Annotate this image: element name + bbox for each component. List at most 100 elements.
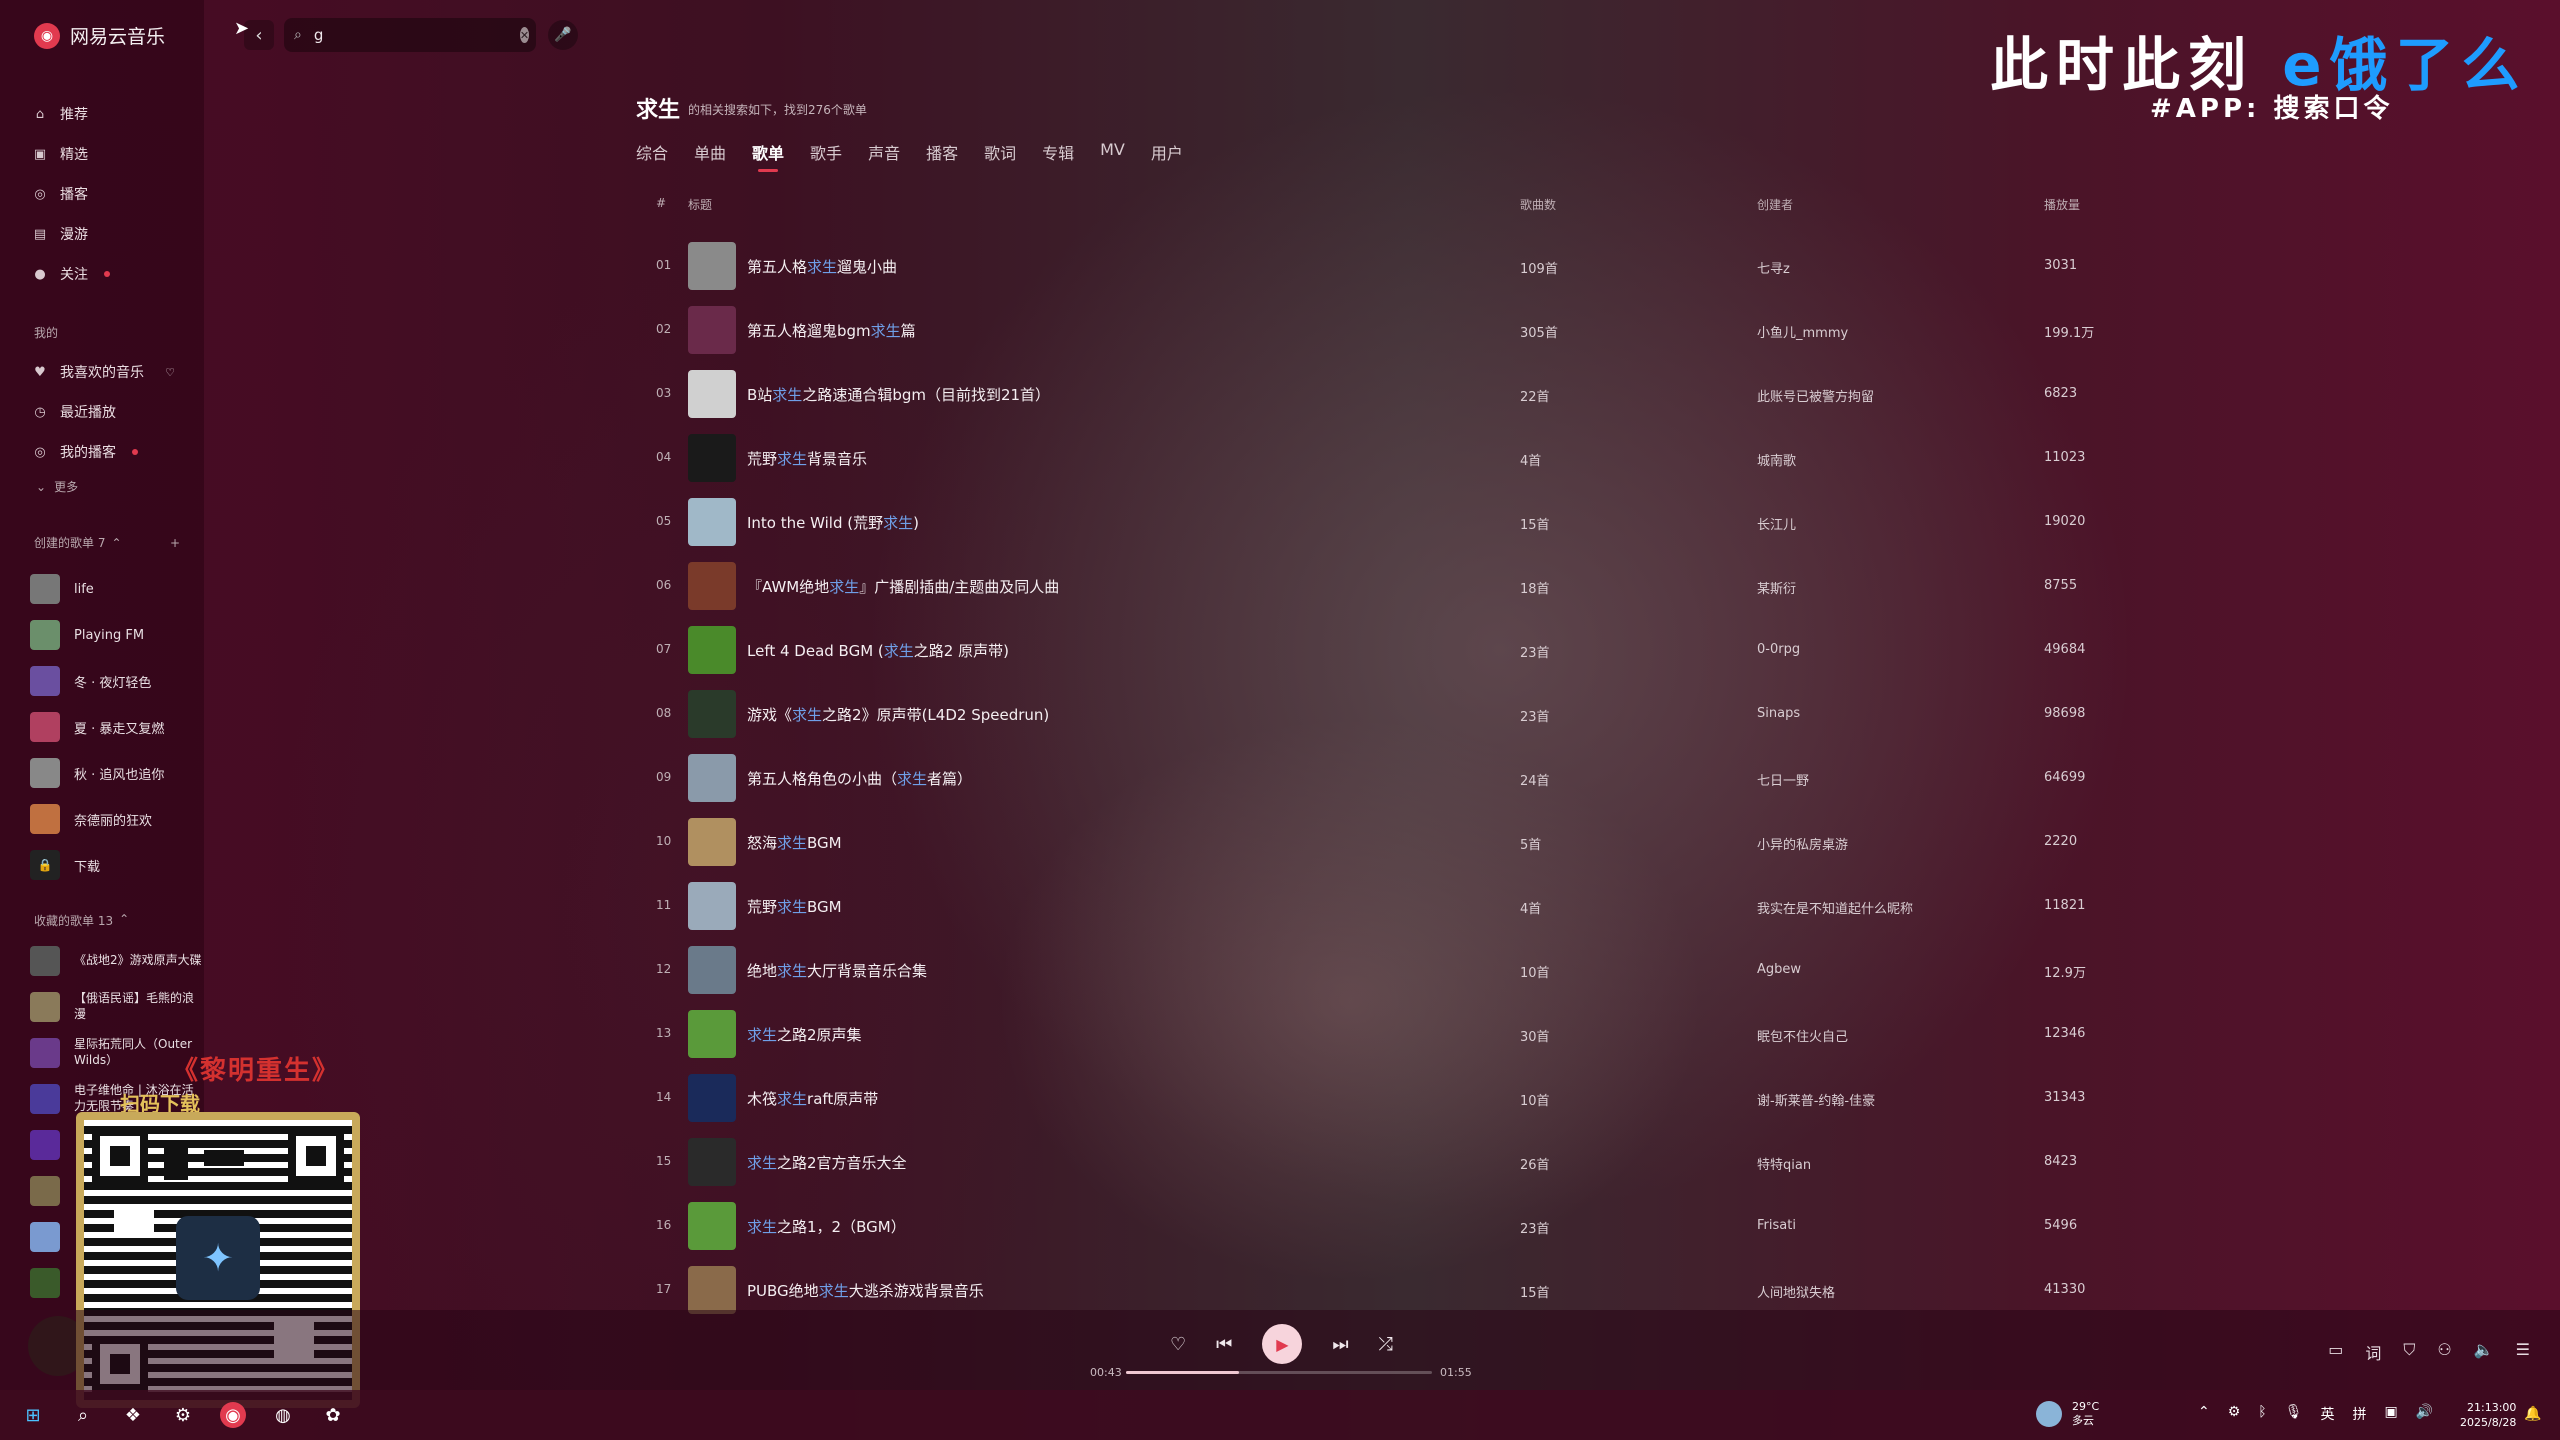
playlist-cover[interactable] (688, 306, 736, 354)
add-playlist-icon[interactable]: + (170, 536, 180, 550)
steam-icon[interactable]: ⚙ (170, 1402, 196, 1428)
tab-podcasts[interactable]: 播客 (926, 140, 958, 172)
app-icon[interactable]: ❖ (120, 1402, 146, 1428)
chrome-icon[interactable]: ◍ (270, 1402, 296, 1428)
table-row[interactable]: 08 游戏《求生之路2》原声带(L4D2 Speedrun) 23首 Sinaps 98… (640, 684, 2100, 748)
tab-sounds[interactable]: 声音 (868, 140, 900, 172)
tab-artists[interactable]: 歌手 (810, 140, 842, 172)
playlist-item[interactable]: Playing FM (30, 612, 164, 658)
table-row[interactable]: 03 B站求生之路速通合辑bgm（目前找到21首） 22首 此账号已被警方拘留 6823 (640, 364, 2100, 428)
nav-item-podcast[interactable]: ◎ 播客 (32, 174, 110, 214)
netease-music-taskbar-icon[interactable]: ◉ (220, 1402, 246, 1428)
playlist-item[interactable]: 秋 · 追风也追你 (30, 750, 164, 796)
playlist-title[interactable]: Left 4 Dead BGM (求生之路2 原声带) (747, 640, 1009, 661)
playlist-title[interactable]: 『AWM绝地求生』广播剧插曲/主题曲及同人曲 (747, 576, 1059, 597)
playlist-cover[interactable] (688, 1202, 736, 1250)
next-icon[interactable]: ⏭ (1332, 1334, 1348, 1355)
progress-bar[interactable] (1126, 1371, 1432, 1374)
network-icon[interactable]: ▣ (2384, 1404, 2397, 1424)
table-row[interactable]: 11 荒野求生BGM 4首 我实在是不知道起什么昵称 11821 (640, 876, 2100, 940)
nav-item-featured[interactable]: ▣ 精选 (32, 134, 110, 174)
nav-item-roam[interactable]: ▤ 漫游 (32, 214, 110, 254)
shuffle-icon[interactable]: ⤮ (1379, 1334, 1393, 1355)
playlist-item[interactable]: 《战地2》游戏原声大碟 (30, 938, 204, 984)
table-row[interactable]: 14 木筏求生raft原声带 10首 谢-斯莱普-约翰-佳豪 31343 (640, 1068, 2100, 1132)
creator-name[interactable]: Frisati (1757, 1218, 1796, 1233)
like-icon[interactable]: ♡ (1170, 1334, 1186, 1355)
playlist-title[interactable]: B站求生之路速通合辑bgm（目前找到21首） (747, 384, 1050, 405)
playlist-cover[interactable] (688, 242, 736, 290)
playlist-title[interactable]: Into the Wild (荒野求生) (747, 512, 919, 533)
playlist-cover[interactable] (688, 818, 736, 866)
playlist-title[interactable]: 怒海求生BGM (747, 832, 842, 853)
tab-albums[interactable]: 专辑 (1042, 140, 1074, 172)
playlist-cover[interactable] (688, 626, 736, 674)
playlist-item[interactable]: 奈德丽的狂欢 (30, 796, 164, 842)
playlist-title[interactable]: 求生之路2原声集 (747, 1024, 862, 1045)
playlist-title[interactable]: 求生之路1，2（BGM） (747, 1216, 906, 1237)
playlist-title[interactable]: 第五人格遛鬼bgm求生篇 (747, 320, 916, 341)
creator-name[interactable]: 小鱼儿_mmmy (1757, 322, 1848, 341)
playlist-cover[interactable] (688, 946, 736, 994)
playlist-cover[interactable] (688, 434, 736, 482)
table-row[interactable]: 09 第五人格角色の小曲（求生者篇） 24首 七日一野 64699 (640, 748, 2100, 812)
steam-tray-icon[interactable]: ⚙ (2228, 1404, 2241, 1424)
ime-language[interactable]: 英 (2320, 1404, 2334, 1424)
search-input[interactable] (311, 25, 510, 45)
creator-name[interactable]: 特特qian (1757, 1154, 1811, 1173)
heartbeat-mode-icon[interactable]: ♡ (162, 364, 178, 380)
playlist-title[interactable]: 荒野求生背景音乐 (747, 448, 867, 469)
search-icon[interactable]: ⌕ (70, 1402, 96, 1428)
play-button[interactable]: ▶ (1262, 1324, 1303, 1364)
playlist-item[interactable]: 【俄语民谣】毛熊的浪漫 (30, 984, 204, 1030)
created-section-header[interactable]: 创建的歌单 7 ⌃ + (34, 534, 180, 551)
notification-icon[interactable]: 🔔 (2524, 1406, 2541, 1422)
creator-name[interactable]: 此账号已被警方拘留 (1757, 386, 1874, 405)
volume-icon[interactable]: 🔊 (2416, 1404, 2433, 1424)
previous-icon[interactable]: ⏮ (1216, 1334, 1232, 1355)
playlist-item[interactable]: life (30, 566, 164, 612)
creator-name[interactable]: 人间地狱失格 (1757, 1282, 1835, 1301)
playlist-cover[interactable] (688, 370, 736, 418)
volume-icon[interactable]: 🔈 (2474, 1340, 2494, 1364)
playlist-title[interactable]: 求生之路2官方音乐大全 (747, 1152, 907, 1173)
table-row[interactable]: 13 求生之路2原声集 30首 眠包不住火自己 12346 (640, 1004, 2100, 1068)
table-row[interactable]: 07 Left 4 Dead BGM (求生之路2 原声带) 23首 0-0rpg 49… (640, 620, 2100, 684)
creator-name[interactable]: Agbew (1757, 962, 1801, 977)
creator-name[interactable]: 0-0rpg (1757, 642, 1800, 657)
table-row[interactable]: 15 求生之路2官方音乐大全 26首 特特qian 8423 (640, 1132, 2100, 1196)
table-row[interactable]: 16 求生之路1，2（BGM） 23首 Frisati 5496 (640, 1196, 2100, 1260)
voice-search-button[interactable]: 🎤 (548, 20, 578, 50)
microphone-icon[interactable]: 🎙 (2285, 1404, 2303, 1424)
playlist-title[interactable]: 绝地求生大厅背景音乐合集 (747, 960, 927, 981)
table-row[interactable]: 01 第五人格求生遛鬼小曲 109首 七寻z 3031 (640, 236, 2100, 300)
playlist-queue-icon[interactable]: ☰ (2516, 1340, 2530, 1364)
creator-name[interactable]: 七日一野 (1757, 770, 1809, 789)
creator-name[interactable]: Sinaps (1757, 706, 1800, 721)
search-box[interactable]: ⌕ ✕ (284, 18, 536, 52)
table-row[interactable]: 06 『AWM绝地求生』广播剧插曲/主题曲及同人曲 18首 某斯衍 8755 (640, 556, 2100, 620)
playlist-cover[interactable] (688, 562, 736, 610)
tab-lyrics[interactable]: 歌词 (984, 140, 1016, 172)
weather-widget[interactable]: 29°C 多云 (2036, 1400, 2099, 1429)
playlist-title[interactable]: 木筏求生raft原声带 (747, 1088, 878, 1109)
tab-users[interactable]: 用户 (1151, 140, 1183, 172)
playlist-cover[interactable] (688, 1266, 736, 1314)
table-row[interactable]: 12 绝地求生大厅背景音乐合集 10首 Agbew 12.9万 (640, 940, 2100, 1004)
playlist-cover[interactable] (688, 754, 736, 802)
tab-playlists[interactable]: 歌单 (752, 140, 784, 172)
playlist-item[interactable]: 夏 · 暴走又复燃 (30, 704, 164, 750)
playlist-title[interactable]: 第五人格角色の小曲（求生者篇） (747, 768, 972, 789)
creator-name[interactable]: 眠包不住火自己 (1757, 1026, 1848, 1045)
table-row[interactable]: 10 怒海求生BGM 5首 小异的私房桌游 2220 (640, 812, 2100, 876)
playlist-title[interactable]: 第五人格求生遛鬼小曲 (747, 256, 897, 277)
lyrics-icon[interactable]: 词 (2365, 1340, 2381, 1364)
playlist-cover[interactable] (688, 498, 736, 546)
playlist-title[interactable]: 游戏《求生之路2》原声带(L4D2 Speedrun) (747, 704, 1049, 725)
nav-item-recommend[interactable]: ⌂ 推荐 (32, 94, 110, 134)
bluetooth-icon[interactable]: ᛒ (2258, 1404, 2266, 1424)
playlist-cover[interactable] (688, 1010, 736, 1058)
creator-name[interactable]: 谢-斯莱普-约翰-佳豪 (1757, 1090, 1875, 1109)
playlist-cover[interactable] (688, 882, 736, 930)
creator-name[interactable]: 小异的私房桌游 (1757, 834, 1848, 853)
